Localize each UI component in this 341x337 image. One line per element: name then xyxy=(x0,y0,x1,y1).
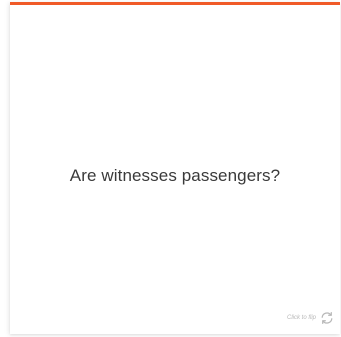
flip-hint-label: Click to flip xyxy=(286,315,316,321)
flashcard[interactable]: Are witnesses passengers? Click to flip xyxy=(10,2,340,334)
flashcard-question: Are witnesses passengers? xyxy=(69,166,281,185)
flip-button[interactable]: Click to flip xyxy=(287,311,334,325)
flashcard-stage: Are witnesses passengers? Click to flip xyxy=(0,0,341,337)
refresh-icon xyxy=(321,312,333,324)
